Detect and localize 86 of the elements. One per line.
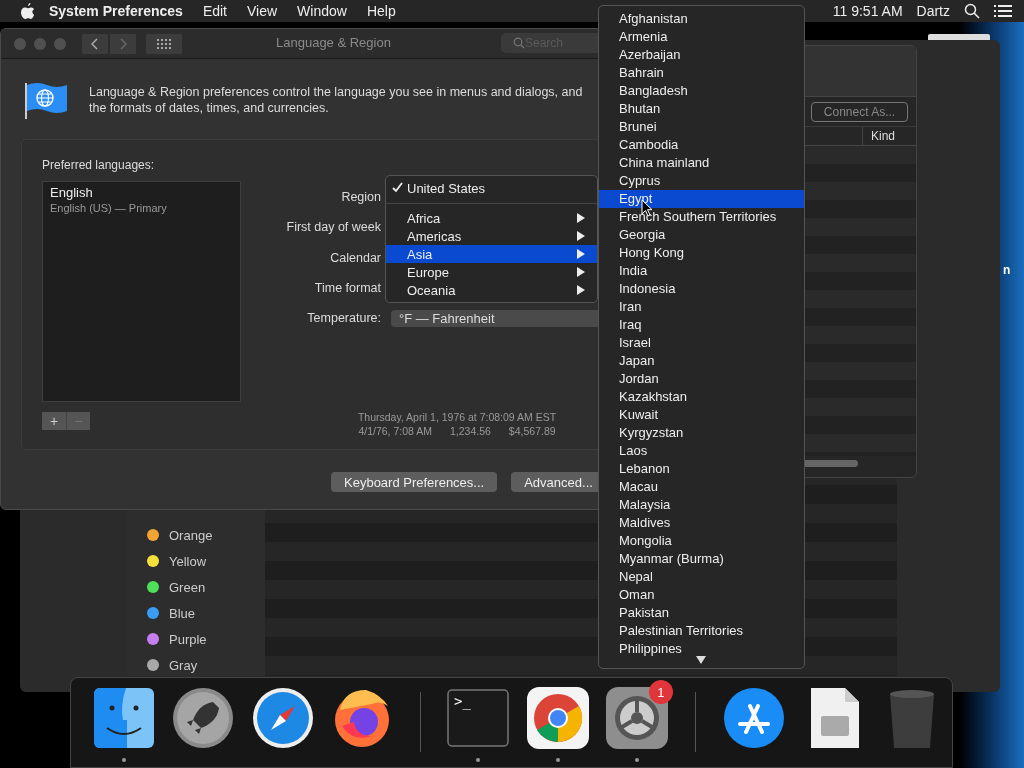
back-icon[interactable] <box>91 37 99 50</box>
language-name[interactable]: English <box>50 185 233 200</box>
menu-item[interactable]: French Southern Territories <box>599 208 804 226</box>
gear-icon[interactable] <box>605 686 670 750</box>
menu-item[interactable]: Hong Kong <box>599 244 804 262</box>
menu-item[interactable]: Maldives <box>599 514 804 532</box>
menu-item[interactable]: Israel <box>599 334 804 352</box>
menu-item[interactable]: Americas <box>386 227 597 245</box>
menu-item[interactable]: Europe <box>386 263 597 281</box>
sidebar-item[interactable]: Yellow <box>127 548 265 574</box>
push-button[interactable]: Keyboard Preferences... <box>331 472 498 492</box>
menu-item[interactable]: United States <box>386 179 597 197</box>
field-label: Temperature: <box>306 311 381 326</box>
sidebar-item[interactable]: Orange <box>127 522 265 548</box>
menu-item[interactable]: Kyrgyzstan <box>599 424 804 442</box>
menu-item[interactable]: Window <box>297 3 347 19</box>
menu-item[interactable]: Afghanistan <box>599 10 804 28</box>
menu-item[interactable]: Laos <box>599 442 804 460</box>
menu-item[interactable]: Brunei <box>599 118 804 136</box>
menu-item[interactable]: China mainland <box>599 154 804 172</box>
field-label: Time format <box>313 281 381 296</box>
menu-item[interactable]: Bangladesh <box>599 82 804 100</box>
user-name[interactable]: Dartz <box>916 3 950 19</box>
sample-format: $4,567.89 <box>508 425 556 438</box>
finder-face-icon[interactable] <box>91 686 156 750</box>
menu-item[interactable]: Kuwait <box>599 406 804 424</box>
desktop-label[interactable]: n <box>1003 263 1011 277</box>
sidebar-item[interactable]: Blue <box>127 600 265 626</box>
sample-date: Thursday, April 1, 1976 at 7:08:09 AM EST <box>356 411 558 424</box>
field-label: Region <box>340 190 381 205</box>
column-header[interactable]: Kind <box>862 127 916 145</box>
menu-item[interactable]: Edit <box>202 3 227 19</box>
menu-item[interactable]: Nepal <box>599 568 804 586</box>
menu-item[interactable]: Pakistan <box>599 604 804 622</box>
menu-item[interactable]: Oman <box>599 586 804 604</box>
popup-button[interactable]: °F — Fahrenheit <box>391 309 601 327</box>
scroll-arrow-icon[interactable] <box>696 656 706 664</box>
menu-item[interactable]: Bahrain <box>599 64 804 82</box>
rocket-icon[interactable] <box>171 686 236 750</box>
menu-item[interactable]: Mongolia <box>599 532 804 550</box>
sidebar-item[interactable]: Green <box>127 574 265 600</box>
menu-item[interactable]: Bhutan <box>599 100 804 118</box>
sample-format: 1,234.56 <box>450 425 491 438</box>
menu-item[interactable]: Myanmar (Burma) <box>599 550 804 568</box>
search-icon <box>513 37 525 49</box>
app-menu[interactable]: System Preferences <box>49 3 183 19</box>
chrome-icon[interactable] <box>525 686 590 750</box>
sidebar-item[interactable]: Purple <box>127 626 265 652</box>
connect-as-button[interactable]: Connect As... <box>811 102 908 122</box>
list-icon[interactable] <box>994 4 1012 18</box>
sidebar-item[interactable]: Gray <box>127 652 265 678</box>
window-title: Language & Region <box>276 35 391 50</box>
field-label: Calendar <box>329 250 381 265</box>
menu-item[interactable]: Palestinian Territories <box>599 622 804 640</box>
menu-item[interactable]: Georgia <box>599 226 804 244</box>
menu-item[interactable]: Indonesia <box>599 280 804 298</box>
section-label: Preferred languages: <box>42 158 156 172</box>
language-detail: English (US) — Primary <box>50 202 168 214</box>
menu-item[interactable]: Asia <box>386 245 597 263</box>
apple-logo-icon[interactable] <box>20 2 35 20</box>
menu-item[interactable]: Cambodia <box>599 136 804 154</box>
menu-item[interactable]: Jordan <box>599 370 804 388</box>
sample-format: 4/1/76, 7:08 AM <box>358 425 432 438</box>
notification-badge: 1 <box>648 680 673 704</box>
menu-item[interactable]: Cyprus <box>599 172 804 190</box>
search-icon[interactable] <box>964 3 980 19</box>
menu-item[interactable]: Japan <box>599 352 804 370</box>
add-button[interactable]: + <box>42 412 66 430</box>
menu-item[interactable]: Help <box>366 3 396 19</box>
description-text: Language & Region preferences control the language you see in menus and dialogs, and the formats of dates, times, and currencies. <box>89 84 584 117</box>
menu-item[interactable]: Iran <box>599 298 804 316</box>
app-store-icon[interactable] <box>721 686 786 750</box>
menu-item[interactable]: Africa <box>386 209 597 227</box>
menu-item[interactable]: Philippines <box>599 640 804 656</box>
clock[interactable]: 11 9:51 AM <box>832 3 903 19</box>
menu-item[interactable]: Kazakhstan <box>599 388 804 406</box>
menu-item[interactable]: Oceania <box>386 281 597 299</box>
flag-globe-icon <box>25 81 67 119</box>
menu-item[interactable]: Malaysia <box>599 496 804 514</box>
menu-item[interactable]: India <box>599 262 804 280</box>
grid-icon[interactable] <box>157 38 171 49</box>
compass-icon[interactable] <box>250 686 315 750</box>
field-label: First day of week <box>285 220 381 235</box>
menu-item[interactable]: Iraq <box>599 316 804 334</box>
menu-item[interactable]: View <box>247 3 278 19</box>
terminal-icon[interactable]: >_ <box>446 686 511 750</box>
